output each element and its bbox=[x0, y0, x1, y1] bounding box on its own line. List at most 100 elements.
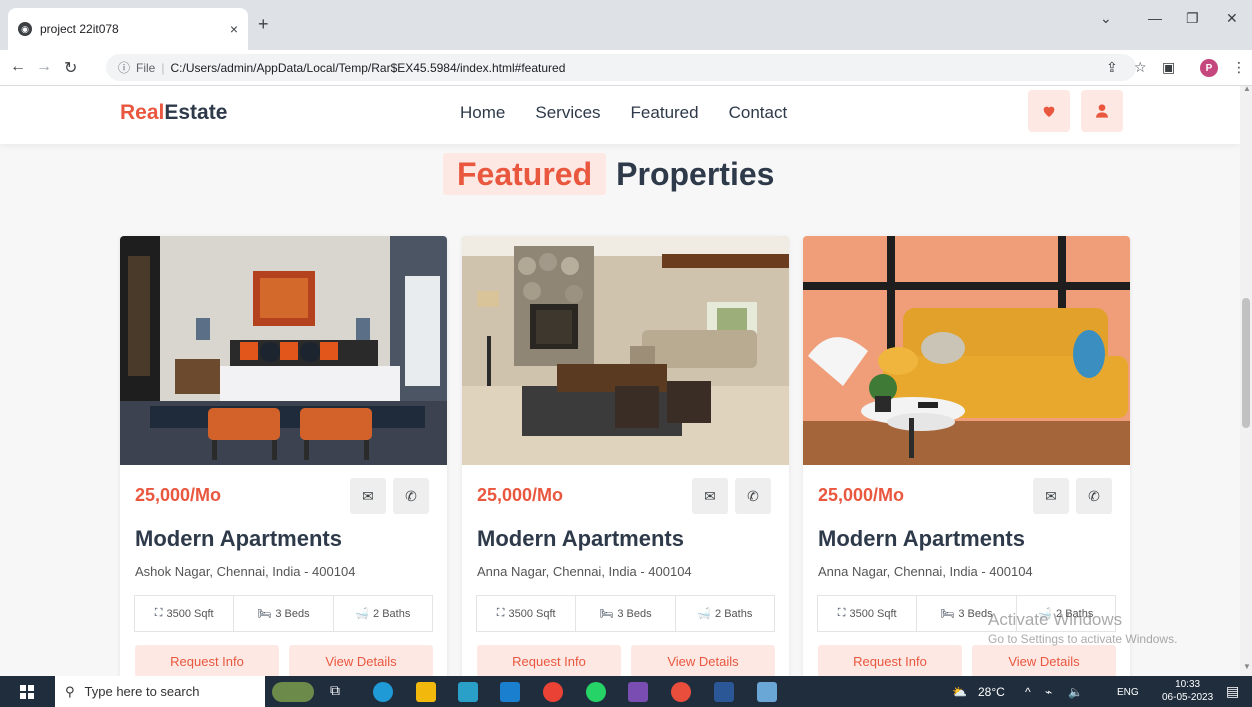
property-photo-living-room[interactable] bbox=[462, 236, 789, 465]
request-info-button[interactable]: Request Info bbox=[818, 645, 962, 677]
feature-area: ⛶ 3500 Sqft bbox=[477, 596, 577, 631]
photos-icon[interactable] bbox=[628, 682, 648, 702]
store-icon[interactable] bbox=[458, 682, 478, 702]
word-icon[interactable] bbox=[714, 682, 734, 702]
property-price: 25,000/Mo bbox=[818, 485, 905, 505]
task-view-icon[interactable]: ⧉ bbox=[330, 682, 350, 702]
site-header: RealEstate Home Services Featured Contac… bbox=[0, 86, 1240, 144]
windows-start-icon[interactable] bbox=[20, 685, 34, 699]
chrome-icon[interactable] bbox=[543, 682, 563, 702]
browser-tab[interactable]: ◉ project 22it078 × bbox=[8, 8, 248, 50]
volume-icon[interactable]: 🔈 bbox=[1068, 685, 1083, 699]
address-url: C:/Users/admin/AppData/Local/Temp/Rar$EX… bbox=[170, 60, 566, 75]
email-icon[interactable]: ✉ bbox=[350, 478, 386, 514]
request-info-button[interactable]: Request Info bbox=[477, 645, 621, 677]
favorites-button[interactable] bbox=[1028, 90, 1070, 132]
area-expand-icon: ⛶ bbox=[496, 607, 505, 619]
watermark-line-1: Activate Windows bbox=[988, 610, 1123, 629]
nav-featured[interactable]: Featured bbox=[631, 103, 699, 123]
maximize-icon[interactable]: ❐ bbox=[1186, 10, 1199, 27]
whatsapp-icon[interactable] bbox=[586, 682, 606, 702]
new-tab-button[interactable]: + bbox=[258, 14, 269, 35]
email-icon[interactable]: ✉ bbox=[692, 478, 728, 514]
bookmark-star-icon[interactable]: ☆ bbox=[1134, 59, 1147, 76]
main-nav: Home Services Featured Contact bbox=[460, 103, 787, 123]
feature-baths: 🛁 2 Baths bbox=[334, 596, 432, 631]
property-address: Ashok Nagar, Chennai, India - 400104 bbox=[135, 564, 356, 579]
notification-icon[interactable]: ▤ bbox=[1226, 683, 1239, 700]
tab-search-icon[interactable]: ⌄ bbox=[1100, 10, 1112, 27]
bath-icon: 🛁 bbox=[355, 608, 370, 620]
feature-beds-value: 3 Beds bbox=[275, 607, 310, 620]
property-photo-bedroom[interactable] bbox=[120, 236, 447, 465]
activate-windows-watermark: Activate Windows Go to Settings to activ… bbox=[988, 610, 1177, 646]
feature-area-value: 3500 Sqft bbox=[849, 607, 897, 620]
file-explorer-icon[interactable] bbox=[416, 682, 436, 702]
clock-date: 06-05-2023 bbox=[1162, 692, 1214, 703]
request-info-button[interactable]: Request Info bbox=[135, 645, 279, 677]
taskbar-clock[interactable]: 10:33 06-05-2023 bbox=[1162, 678, 1213, 704]
bath-icon: 🛁 bbox=[697, 608, 712, 620]
taskbar-search-input[interactable]: ⚲ Type here to search bbox=[55, 676, 265, 707]
bed-icon: 🛏 bbox=[599, 608, 614, 620]
page-scrollbar[interactable]: ▲ ▼ bbox=[1240, 84, 1252, 676]
property-features: ⛶ 3500 Sqft 🛏 3 Beds 🛁 2 Baths bbox=[134, 595, 433, 632]
forward-icon[interactable]: → bbox=[36, 58, 52, 76]
window-close-icon[interactable]: ✕ bbox=[1226, 10, 1238, 27]
weather-temp[interactable]: 28°C bbox=[978, 685, 1005, 699]
scroll-down-arrow-icon[interactable]: ▼ bbox=[1243, 662, 1251, 671]
weather-widget-icon[interactable] bbox=[272, 682, 314, 702]
nav-services[interactable]: Services bbox=[535, 103, 600, 123]
property-address: Anna Nagar, Chennai, India - 400104 bbox=[477, 564, 692, 579]
email-icon[interactable]: ✉ bbox=[1033, 478, 1069, 514]
profile-avatar[interactable]: P bbox=[1200, 59, 1218, 77]
minimize-icon[interactable]: — bbox=[1148, 10, 1162, 26]
back-icon[interactable]: ← bbox=[10, 58, 26, 76]
taskbar-search-placeholder: Type here to search bbox=[84, 684, 200, 699]
watermark-line-2: Go to Settings to activate Windows. bbox=[988, 632, 1178, 646]
nav-home[interactable]: Home bbox=[460, 103, 505, 123]
view-details-button[interactable]: View Details bbox=[631, 645, 775, 677]
property-price: 25,000/Mo bbox=[135, 485, 222, 505]
menu-kebab-icon[interactable]: ⋮ bbox=[1232, 59, 1246, 76]
tab-title: project 22it078 bbox=[40, 22, 119, 36]
language-indicator[interactable]: ENG bbox=[1117, 687, 1139, 698]
clock-time: 10:33 bbox=[1175, 679, 1201, 690]
feature-area: ⛶ 3500 Sqft bbox=[818, 596, 918, 631]
property-features: ⛶ 3500 Sqft 🛏 3 Beds 🛁 2 Baths bbox=[476, 595, 775, 632]
network-icon[interactable]: ⌁ bbox=[1045, 685, 1052, 699]
address-prefix: File bbox=[136, 60, 156, 75]
site-logo[interactable]: RealEstate bbox=[120, 101, 227, 125]
browser-tab-bar: ◉ project 22it078 × + ⌄ — ❐ ✕ bbox=[0, 0, 1252, 50]
edge-browser-icon[interactable] bbox=[373, 682, 393, 702]
phone-icon[interactable]: ✆ bbox=[1076, 478, 1112, 514]
phone-icon[interactable]: ✆ bbox=[393, 478, 429, 514]
search-icon: ⚲ bbox=[65, 683, 75, 699]
feature-area-value: 3500 Sqft bbox=[508, 607, 556, 620]
bed-icon: 🛏 bbox=[257, 608, 272, 620]
mail-icon[interactable] bbox=[500, 682, 520, 702]
info-icon[interactable]: ⓘ bbox=[118, 59, 130, 76]
scroll-up-arrow-icon[interactable]: ▲ bbox=[1243, 84, 1251, 93]
reload-icon[interactable]: ↻ bbox=[64, 58, 77, 78]
account-button[interactable] bbox=[1081, 90, 1123, 132]
view-details-button[interactable]: View Details bbox=[972, 645, 1116, 677]
nav-contact[interactable]: Contact bbox=[729, 103, 788, 123]
share-icon[interactable]: ⇪ bbox=[1106, 59, 1118, 76]
chrome-profile-icon[interactable] bbox=[671, 682, 691, 702]
tray-chevron-icon[interactable]: ^ bbox=[1025, 685, 1031, 699]
feature-beds: 🛏 3 Beds bbox=[576, 596, 676, 631]
view-details-button[interactable]: View Details bbox=[289, 645, 433, 677]
scroll-thumb[interactable] bbox=[1242, 298, 1250, 428]
notepad-icon[interactable] bbox=[757, 682, 777, 702]
tab-close-icon[interactable]: × bbox=[230, 21, 238, 37]
area-expand-icon: ⛶ bbox=[837, 607, 846, 619]
side-panel-icon[interactable]: ▣ bbox=[1162, 59, 1175, 76]
property-name: Modern Apartments bbox=[135, 526, 342, 551]
weather-sun-icon[interactable]: ⛅ bbox=[952, 685, 967, 699]
url-input[interactable]: ⓘ File | C:/Users/admin/AppData/Local/Te… bbox=[106, 54, 1136, 81]
property-photo-yellow-sofa[interactable] bbox=[803, 236, 1130, 465]
feature-beds: 🛏 3 Beds bbox=[234, 596, 334, 631]
phone-icon[interactable]: ✆ bbox=[735, 478, 771, 514]
section-title-rest: Properties bbox=[616, 156, 775, 192]
